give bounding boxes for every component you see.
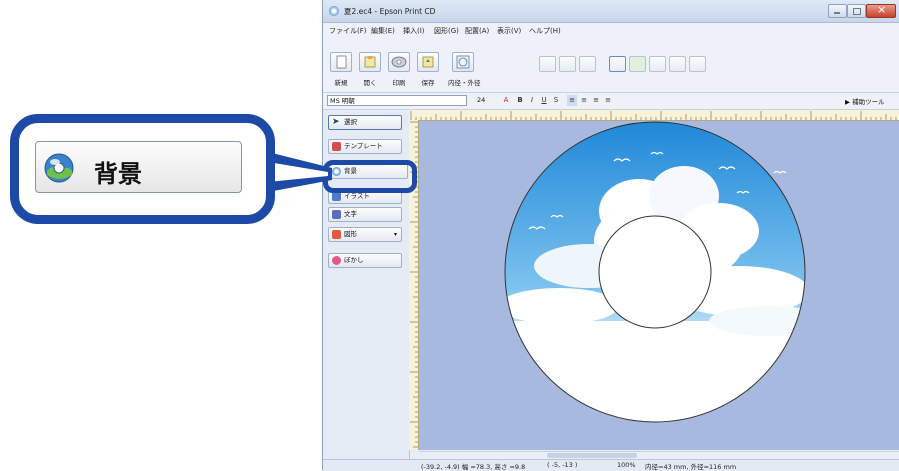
menu-shape[interactable]: 図形(G)	[434, 26, 459, 36]
text-color-button[interactable]: A	[501, 95, 511, 106]
menu-arrange[interactable]: 配置(A)	[465, 26, 489, 36]
align-right-button[interactable]: ≡	[591, 95, 601, 106]
title-bar[interactable]: 夏2.ec4 - Epson Print CD	[323, 0, 899, 23]
align-justify-button[interactable]: ≡	[603, 95, 613, 106]
side-select-button[interactable]: ➤ 選択	[328, 115, 402, 130]
horizontal-ruler	[409, 110, 899, 121]
blur-icon	[332, 256, 341, 265]
app-window: 夏2.ec4 - Epson Print CD ファイル(F) 編集(E) 挿入…	[322, 0, 899, 471]
zoom-in-button[interactable]	[629, 56, 646, 72]
side-shape-button[interactable]: 図形 ▾	[328, 227, 402, 242]
callout-background-button: 背景	[35, 141, 242, 193]
side-illustration-label: イラスト	[344, 192, 370, 200]
strike-button[interactable]: S	[551, 95, 561, 106]
delete-button[interactable]	[579, 56, 596, 72]
new-file-icon	[336, 55, 347, 69]
side-select-label: 選択	[344, 118, 357, 126]
status-cursor: ( -5, -13 )	[547, 461, 578, 469]
align-left-button[interactable]: ≡	[567, 95, 577, 106]
side-blur-label: ぼかし	[344, 256, 364, 264]
select-arrow-icon: ➤	[332, 117, 340, 127]
undo-button[interactable]	[539, 56, 556, 72]
side-blur-button[interactable]: ぼかし	[328, 253, 402, 268]
menu-bar: ファイル(F) 編集(E) 挿入(I) 図形(G) 配置(A) 表示(V) ヘル…	[323, 23, 899, 38]
format-toolbar: MS 明朝 24 A B I U S ≡ ≡ ≡ ≡ ▶ 補助ツール	[323, 93, 899, 110]
assist-tool-label: 補助ツール	[852, 98, 885, 106]
chevron-down-icon: ▾	[393, 231, 397, 238]
bold-button[interactable]: B	[515, 95, 525, 106]
menu-insert[interactable]: 挿入(I)	[403, 26, 425, 36]
assist-tool-button[interactable]: ▶ 補助ツール	[845, 96, 885, 106]
side-text-button[interactable]: 文字	[328, 207, 402, 222]
ruler-ticks	[410, 111, 897, 120]
template-icon	[332, 142, 341, 151]
open-label: 開く	[363, 79, 377, 87]
fit-view-button[interactable]	[609, 56, 626, 72]
grid-button[interactable]	[669, 56, 686, 72]
open-button[interactable]	[359, 52, 381, 72]
italic-button[interactable]: I	[527, 95, 537, 106]
close-button[interactable]	[866, 3, 896, 18]
text-icon	[332, 210, 341, 219]
align-center-button[interactable]: ≡	[579, 95, 589, 106]
underline-button[interactable]: U	[539, 95, 549, 106]
maximize-button[interactable]	[847, 4, 866, 18]
side-shape-label: 図形	[344, 230, 357, 238]
callout-connector	[268, 152, 332, 192]
menu-edit[interactable]: 編集(E)	[371, 26, 395, 36]
menu-file[interactable]: ファイル(F)	[329, 26, 367, 36]
disc-size-button[interactable]	[452, 52, 474, 72]
print-button[interactable]	[388, 52, 410, 72]
app-icon	[329, 6, 339, 16]
menu-help[interactable]: ヘルプ(H)	[529, 26, 561, 36]
new-button[interactable]	[330, 52, 352, 72]
save-icon	[422, 56, 434, 68]
disc-size-label: 内径・外径	[448, 79, 481, 87]
disc-center-hole	[598, 215, 712, 329]
callout-label: 背景	[94, 160, 142, 188]
side-template-label: テンプレート	[344, 142, 383, 150]
save-button[interactable]	[417, 52, 439, 72]
new-label: 新規	[334, 79, 348, 87]
side-text-label: 文字	[344, 210, 357, 218]
window-title: 夏2.ec4 - Epson Print CD	[344, 7, 436, 16]
scrollbar-thumb[interactable]	[547, 453, 637, 458]
font-size-select[interactable]: 24	[477, 96, 485, 104]
zoom-out-button[interactable]	[649, 56, 666, 72]
minimize-button[interactable]	[828, 4, 847, 18]
disc-size-icon	[456, 55, 470, 69]
status-bar: (-39.2, -4.9) 幅 =78.3, 高さ =9.8 ( -5, -13…	[323, 459, 899, 471]
background-disc-icon	[44, 153, 74, 183]
print-icon	[391, 56, 407, 68]
main-toolbar: 新規 開く 印刷 保存 内径・外径	[323, 38, 899, 93]
print-label: 印刷	[392, 79, 406, 87]
save-label: 保存	[421, 79, 435, 87]
status-zoom: 100%	[617, 461, 636, 469]
illustration-icon	[332, 192, 341, 201]
menu-view[interactable]: 表示(V)	[497, 26, 521, 36]
properties-button[interactable]	[689, 56, 706, 72]
cd-label-design[interactable]	[419, 121, 899, 450]
font-select[interactable]: MS 明朝	[327, 95, 467, 106]
highlight-ring	[323, 160, 417, 193]
open-folder-icon	[364, 56, 376, 68]
horizontal-scrollbar[interactable]	[419, 451, 899, 459]
side-template-button[interactable]: テンプレート	[328, 139, 402, 154]
shape-icon	[332, 230, 341, 239]
design-canvas[interactable]	[419, 121, 899, 450]
redo-button[interactable]	[559, 56, 576, 72]
